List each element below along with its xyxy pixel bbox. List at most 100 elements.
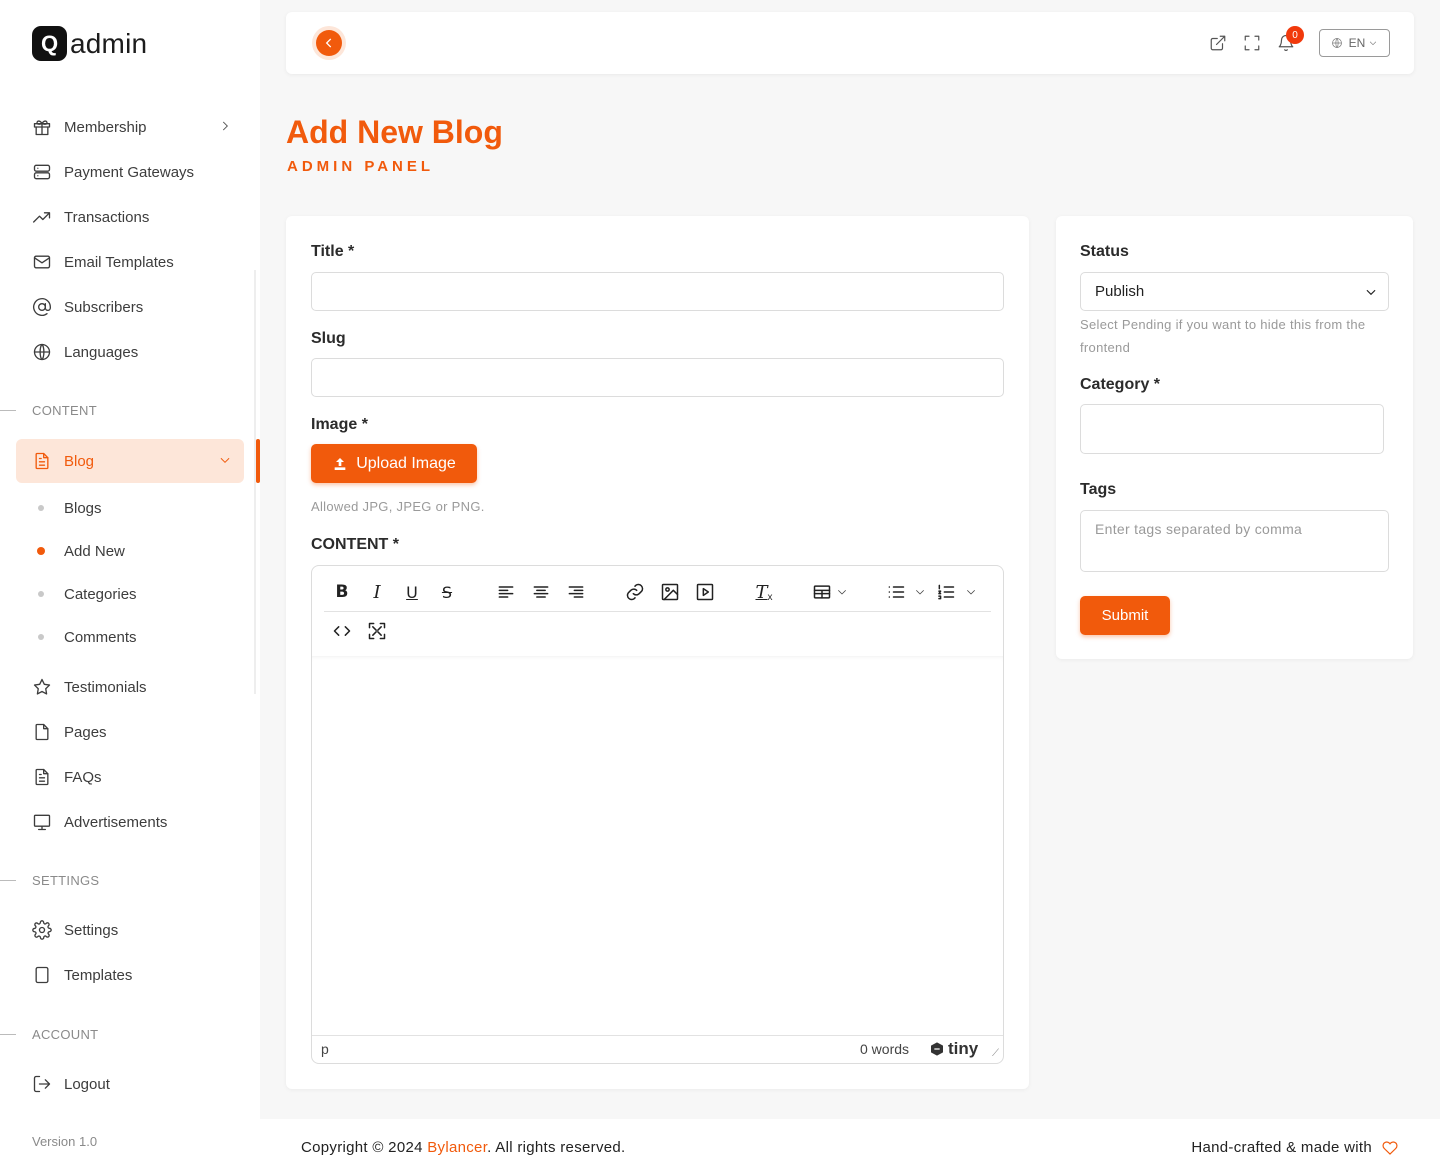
- language-selector[interactable]: EN: [1319, 29, 1390, 57]
- align-center-icon[interactable]: [528, 579, 554, 605]
- logo-mark-icon: Q: [32, 26, 67, 61]
- external-link-icon[interactable]: [1207, 32, 1229, 54]
- made-with-text: Hand-crafted & made with: [1191, 1139, 1372, 1156]
- element-path[interactable]: p: [321, 1041, 329, 1057]
- sidebar-subitem-blogs[interactable]: Blogs: [32, 496, 102, 520]
- sidebar-item-advertisements[interactable]: Advertisements: [16, 800, 244, 844]
- sidebar-item-languages[interactable]: Languages: [16, 330, 244, 374]
- chevron-down-icon[interactable]: [829, 579, 855, 605]
- globe-icon: [1331, 38, 1342, 48]
- section-label-content: CONTENT: [32, 403, 97, 418]
- underline-button[interactable]: U: [399, 579, 425, 605]
- back-button[interactable]: [316, 30, 342, 56]
- title-input[interactable]: [311, 272, 1004, 311]
- content-label: CONTENT *: [311, 536, 399, 553]
- fullscreen-icon[interactable]: [364, 618, 390, 644]
- section-divider: [0, 880, 16, 881]
- chevron-left-icon: [325, 38, 332, 48]
- file-text-icon: [32, 451, 52, 471]
- clear-formatting-icon[interactable]: Tx: [751, 579, 777, 605]
- sidebar: Q admin Membership Payment Gateways Tran…: [0, 0, 260, 1174]
- rich-text-editor: B I U S Tx p 0 words tiny ⟋: [311, 565, 1004, 1064]
- source-code-icon[interactable]: [329, 618, 355, 644]
- file-icon: [32, 722, 52, 742]
- bullet-icon: [38, 591, 44, 597]
- sidebar-item-payment-gateways[interactable]: Payment Gateways: [16, 150, 244, 194]
- word-count[interactable]: 0 words: [860, 1041, 909, 1057]
- image-icon[interactable]: [657, 579, 683, 605]
- chevron-down-icon: [1366, 289, 1376, 296]
- logo-letter: Q: [40, 30, 59, 56]
- footer: Copyright © 2024 Bylancer. All rights re…: [260, 1119, 1440, 1174]
- sidebar-item-templates[interactable]: Templates: [16, 953, 244, 997]
- align-left-icon[interactable]: [493, 579, 519, 605]
- bullet-list-icon[interactable]: [883, 579, 909, 605]
- brand-link[interactable]: Bylancer: [427, 1139, 487, 1156]
- status-select[interactable]: Publish: [1080, 272, 1389, 311]
- notification-badge: 0: [1286, 26, 1304, 44]
- star-icon: [32, 677, 52, 697]
- sidebar-item-label: Templates: [64, 966, 133, 984]
- resize-handle[interactable]: ⟋: [992, 1048, 999, 1059]
- sidebar-item-label: Languages: [64, 343, 139, 361]
- copyright: Copyright © 2024 Bylancer. All rights re…: [301, 1139, 626, 1156]
- sidebar-item-testimonials[interactable]: Testimonials: [16, 665, 244, 709]
- align-right-icon[interactable]: [563, 579, 589, 605]
- upload-button-label: Upload Image: [356, 454, 456, 472]
- gift-icon: [32, 117, 52, 137]
- tablet-icon: [32, 965, 52, 985]
- status-value: Publish: [1095, 283, 1145, 300]
- sidebar-item-settings[interactable]: Settings: [16, 908, 244, 952]
- sidebar-item-label: Payment Gateways: [64, 163, 195, 181]
- sidebar-item-pages[interactable]: Pages: [16, 710, 244, 754]
- logo[interactable]: Q admin: [32, 26, 147, 61]
- sidebar-subitem-categories[interactable]: Categories: [32, 582, 137, 606]
- category-select[interactable]: [1080, 404, 1384, 454]
- heart-icon: [1382, 1140, 1398, 1155]
- subitem-label: Comments: [64, 628, 137, 646]
- sidebar-item-transactions[interactable]: Transactions: [16, 195, 244, 239]
- editor-content-area[interactable]: [312, 656, 1003, 1036]
- slug-input[interactable]: [311, 358, 1004, 397]
- server-icon: [32, 162, 52, 182]
- copyright-prefix: Copyright © 2024: [301, 1139, 428, 1156]
- trending-up-icon: [32, 207, 52, 227]
- link-icon[interactable]: [622, 579, 648, 605]
- tiny-logo-text: tiny: [948, 1039, 979, 1058]
- monitor-icon: [32, 812, 52, 832]
- bullet-active-icon: [37, 547, 45, 555]
- sidebar-subitem-add-new[interactable]: Add New: [32, 539, 125, 563]
- upload-image-button[interactable]: Upload Image: [311, 444, 477, 483]
- tiny-logo[interactable]: tiny: [929, 1039, 978, 1059]
- sidebar-item-label: Membership: [64, 118, 147, 136]
- tags-input[interactable]: Enter tags separated by comma: [1080, 510, 1389, 572]
- sidebar-item-label: Testimonials: [64, 678, 147, 696]
- bold-button[interactable]: B: [329, 579, 355, 605]
- submit-button[interactable]: Submit: [1080, 596, 1170, 635]
- sidebar-subitem-comments[interactable]: Comments: [32, 625, 137, 649]
- active-indicator: [256, 439, 260, 483]
- chevron-down-icon[interactable]: [907, 579, 933, 605]
- sidebar-item-blog[interactable]: Blog: [16, 439, 244, 483]
- sidebar-item-email-templates[interactable]: Email Templates: [16, 240, 244, 284]
- slug-label: Slug: [311, 330, 346, 347]
- numbered-list-icon[interactable]: [933, 579, 959, 605]
- strikethrough-button[interactable]: S: [434, 579, 460, 605]
- italic-button[interactable]: I: [364, 579, 390, 605]
- sidebar-item-subscribers[interactable]: Subscribers: [16, 285, 244, 329]
- top-bar: EN: [286, 12, 1414, 74]
- sidebar-item-label: Transactions: [64, 208, 150, 226]
- sidebar-item-logout[interactable]: Logout: [16, 1062, 244, 1106]
- sidebar-item-membership[interactable]: Membership: [16, 105, 244, 149]
- chevron-down-icon[interactable]: [958, 579, 984, 605]
- image-hint: Allowed JPG, JPEG or PNG.: [311, 499, 485, 514]
- media-icon[interactable]: [692, 579, 718, 605]
- title-label: Title *: [311, 243, 355, 260]
- tags-placeholder: Enter tags separated by comma: [1095, 521, 1303, 537]
- section-label-settings: SETTINGS: [32, 873, 100, 888]
- fullscreen-icon[interactable]: [1241, 32, 1263, 54]
- sidebar-item-label: FAQs: [64, 768, 102, 786]
- sidebar-item-label: Settings: [64, 921, 119, 939]
- sidebar-item-faqs[interactable]: FAQs: [16, 755, 244, 799]
- chevron-down-icon: [218, 453, 232, 471]
